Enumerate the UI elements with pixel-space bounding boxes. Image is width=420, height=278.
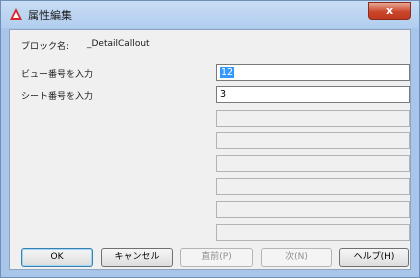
dialog-client-area: ブロック名: _DetailCallout ビュー番号を入力 12 シート番号を… — [9, 29, 411, 270]
previous-button[interactable]: 直前(P) — [180, 248, 253, 267]
close-button[interactable]: x — [368, 2, 411, 20]
help-button[interactable]: ヘルプ(H) — [339, 248, 409, 267]
sheet-number-label: シート番号を入力 — [21, 92, 94, 102]
sheet-number-value: 3 — [220, 89, 227, 100]
attribute-input-empty — [216, 155, 410, 172]
block-name-label: ブロック名: — [21, 42, 70, 52]
view-number-value: 12 — [220, 67, 235, 78]
attribute-input-empty — [216, 201, 410, 218]
block-name-value: _DetailCallout — [87, 39, 150, 49]
attribute-input-empty — [216, 110, 410, 127]
attribute-input-empty — [216, 178, 410, 195]
close-icon: x — [385, 4, 394, 17]
title-bar[interactable]: 属性編集 x — [1, 1, 419, 28]
window-title: 属性編集 — [28, 9, 72, 22]
cancel-button[interactable]: キャンセル — [101, 248, 173, 267]
next-button[interactable]: 次(N) — [261, 248, 332, 267]
view-number-input[interactable]: 12 — [216, 64, 410, 81]
attribute-edit-dialog: 属性編集 x ブロック名: _DetailCallout ビュー番号を入力 12… — [0, 0, 420, 278]
view-number-label: ビュー番号を入力 — [21, 70, 94, 80]
sheet-number-input[interactable]: 3 — [216, 86, 410, 103]
autocad-app-icon — [10, 8, 22, 20]
attribute-input-empty — [216, 224, 410, 241]
attribute-input-empty — [216, 132, 410, 149]
ok-button[interactable]: OK — [21, 248, 93, 267]
